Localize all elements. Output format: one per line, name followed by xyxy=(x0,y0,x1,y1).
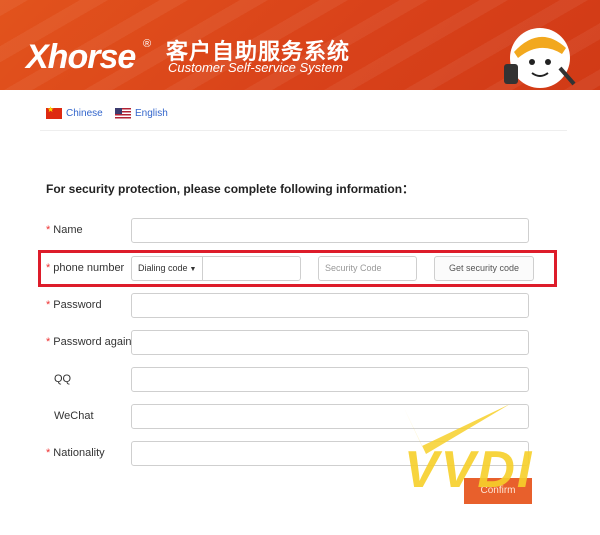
nationality-label: * Nationality xyxy=(46,447,105,459)
password-label-text: Password xyxy=(53,299,102,311)
dialing-code-label: Dialing code xyxy=(138,263,188,273)
dialing-code-dropdown[interactable]: Dialing code ▼ xyxy=(131,256,202,281)
required-mark: * xyxy=(46,262,51,274)
password-again-label: * Password again xyxy=(46,336,132,348)
wechat-label: WeChat xyxy=(54,410,94,422)
password-field[interactable] xyxy=(131,293,529,318)
phone-number-field[interactable] xyxy=(202,256,301,281)
cn-flag-icon xyxy=(46,105,62,119)
name-label: * Name xyxy=(46,224,83,236)
password-label: * Password xyxy=(46,299,102,311)
page-header: Xhorse ® 客户自助服务系统 Customer Self-service … xyxy=(0,0,600,90)
language-english-label: English xyxy=(135,107,168,119)
nationality-label-text: Nationality xyxy=(53,447,105,459)
qq-field[interactable] xyxy=(131,367,529,392)
name-label-text: Name xyxy=(53,224,83,236)
registered-mark: ® xyxy=(143,38,152,50)
security-code-field[interactable]: Security Code xyxy=(318,256,417,281)
watermark-text: VVDI xyxy=(404,441,534,499)
language-chinese[interactable]: Chinese xyxy=(46,105,103,120)
password-again-field[interactable] xyxy=(131,330,529,355)
phone-number-label: * phone number xyxy=(46,262,124,274)
caret-down-icon: ▼ xyxy=(189,266,197,273)
required-mark: * xyxy=(46,224,51,236)
form-instruction: For security protection, please complete… xyxy=(46,182,415,196)
password-again-label-text: Password again xyxy=(53,336,132,348)
name-field[interactable] xyxy=(131,218,529,243)
required-mark: * xyxy=(46,336,51,348)
mascot-icon xyxy=(504,28,576,88)
get-security-code-button[interactable]: Get security code xyxy=(434,256,534,281)
required-mark: * xyxy=(46,447,51,459)
qq-label: QQ xyxy=(54,373,72,385)
divider xyxy=(40,130,567,131)
language-english[interactable]: English xyxy=(115,106,168,120)
brand-logo: Xhorse xyxy=(26,38,136,76)
language-chinese-label: Chinese xyxy=(66,107,103,119)
us-flag-icon xyxy=(115,107,131,119)
system-title-en: Customer Self-service System xyxy=(168,60,343,75)
phone-number-label-text: phone number xyxy=(53,262,125,274)
required-mark: * xyxy=(46,299,51,311)
